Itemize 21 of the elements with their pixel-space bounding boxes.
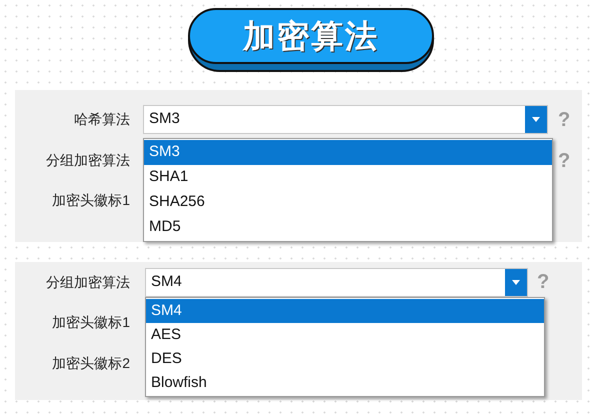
dropdown-option[interactable]: SHA1 bbox=[144, 165, 552, 190]
field-label: 加密头徽标1 bbox=[51, 313, 130, 332]
field-label: 加密头徽标1 bbox=[51, 191, 130, 210]
dropdown-option[interactable]: SM4 bbox=[146, 299, 544, 323]
dropdown-option[interactable]: AES bbox=[146, 323, 544, 347]
dropdown-option[interactable]: DES bbox=[146, 347, 544, 371]
dropdown-button[interactable] bbox=[525, 106, 547, 133]
combo-box[interactable]: SM3 bbox=[143, 105, 548, 134]
field-label: 加密头徽标2 bbox=[51, 354, 130, 373]
field-label: 分组加密算法 bbox=[45, 151, 130, 170]
combo-box[interactable]: SM4 bbox=[145, 268, 528, 296]
dropdown-option[interactable]: SHA256 bbox=[144, 190, 552, 215]
field-label: 分组加密算法 bbox=[45, 272, 130, 292]
title-banner: 加密算法 bbox=[188, 8, 434, 64]
dropdown-button[interactable] bbox=[505, 268, 527, 296]
dropdown-option[interactable]: Blowfish bbox=[146, 371, 544, 395]
field-label: 哈希算法 bbox=[73, 110, 130, 129]
dropdown-option[interactable]: SM3 bbox=[144, 140, 552, 165]
caret-icon bbox=[532, 117, 540, 122]
caret-icon bbox=[512, 280, 520, 284]
dropdown-option[interactable]: MD5 bbox=[144, 215, 552, 240]
